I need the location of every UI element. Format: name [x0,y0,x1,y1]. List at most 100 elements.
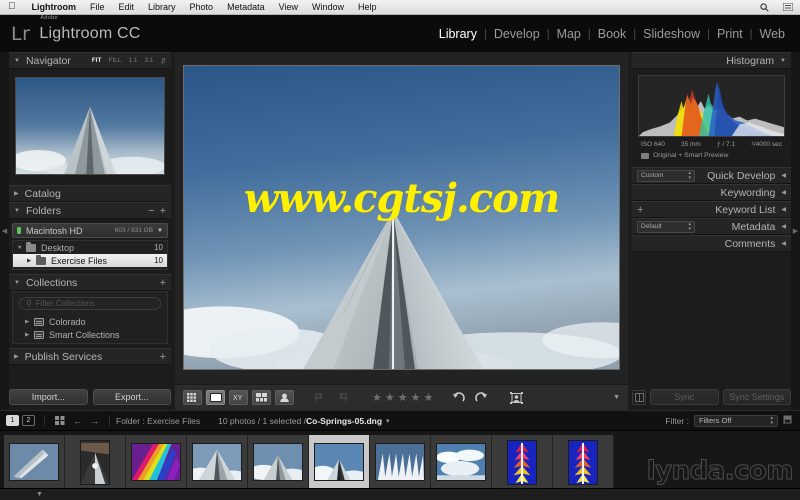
apple-icon[interactable]:  [0,2,25,12]
crop-overlay-icon[interactable] [507,390,526,405]
module-book[interactable]: Book [591,27,634,41]
menu-item-library[interactable]: Library [141,2,183,12]
folder-row-exercise-files[interactable]: ▶ Exercise Files 10 [13,254,167,267]
remove-folder-button[interactable]: − [148,205,159,217]
compare-view-icon[interactable]: XY [229,390,248,405]
filmstrip-thumb[interactable] [126,435,187,489]
zoom-option-fit[interactable]: FIT [92,57,102,64]
survey-view-icon[interactable] [252,390,271,405]
menu-item-metadata[interactable]: Metadata [220,2,272,12]
forward-arrow-icon[interactable]: → [90,416,99,426]
flag-reject-icon[interactable] [333,390,352,405]
filmstrip-thumb[interactable] [492,435,553,489]
grid-icon[interactable] [55,416,65,425]
main-photo[interactable]: www.cgtsj.com [183,64,620,370]
module-library[interactable]: Library [432,27,484,41]
panel-header-quick-develop[interactable]: Custom ▴ ▾ Quick Develop ◀ [632,167,791,184]
filmstrip[interactable]: lynda.com ▼ [0,430,800,500]
chevron-down-icon[interactable]: ▼ [157,228,163,234]
module-slideshow[interactable]: Slideshow [636,27,707,41]
rotate-left-icon[interactable] [449,390,468,405]
collections-filter-box[interactable]: ⚲ Filter Collections [19,297,161,310]
filmstrip-thumb[interactable] [431,435,492,489]
screen-1-button[interactable]: 1 [6,415,19,426]
zoom-option-3-1[interactable]: 3:1 [145,57,154,64]
rating-stars[interactable]: ★ ★ ★ ★ ★ [372,391,433,404]
panel-header-histogram[interactable]: Histogram ▼ [632,52,791,69]
panel-header-catalog[interactable]: ▶ Catalog [9,185,171,202]
sync-button[interactable]: Sync [650,389,719,405]
chevron-down-icon[interactable]: ▼ [17,245,26,251]
menu-item-help[interactable]: Help [351,2,384,12]
menu-item-window[interactable]: Window [305,2,351,12]
flag-pick-icon[interactable] [310,390,329,405]
add-folder-button[interactable]: + [160,205,166,217]
search-icon[interactable] [753,2,776,12]
identity-plate[interactable]: Adobe Lightroom CC [39,15,140,43]
panel-header-publish-services[interactable]: ▶ Publish Services + [9,348,171,365]
filmstrip-collapse-chevron-icon[interactable]: ▼ [36,491,43,498]
filmstrip-thumb[interactable] [248,435,309,489]
add-publish-service-button[interactable]: + [160,351,166,363]
toolbar-chevron-down-icon[interactable]: ▼ [613,394,620,401]
rotate-right-icon[interactable] [472,390,491,405]
loupe-view-icon[interactable] [206,390,225,405]
filter-dropdown[interactable]: Filters Off ▴ ▾ [694,414,778,427]
current-filename[interactable]: Co-Springs-05.dng [306,416,382,426]
histogram-graph[interactable] [638,75,785,137]
screen-2-button[interactable]: 2 [22,415,35,426]
menu-item-file[interactable]: File [83,2,112,12]
left-panel-collapse-handle[interactable]: ◀ [0,52,9,410]
chevron-right-icon[interactable]: ▶ [27,258,36,264]
sync-mode-icon[interactable] [632,389,646,405]
filmstrip-thumb[interactable] [65,435,126,489]
collection-row-colorado[interactable]: ▶ Colorado [13,315,167,328]
module-map[interactable]: Map [550,27,588,41]
menu-item-view[interactable]: View [272,2,305,12]
star-4[interactable]: ★ [411,391,421,404]
panel-header-metadata[interactable]: Default ▴ ▾ Metadata ◀ [632,218,791,235]
panel-header-keywording[interactable]: Keywording ◀ [632,184,791,201]
filmstrip-thumb[interactable] [553,435,614,489]
zoom-option-fill[interactable]: FILL [108,57,121,64]
panel-header-folders[interactable]: ▼ Folders − + [9,202,171,219]
chevron-right-icon[interactable]: ▶ [25,332,34,338]
star-1[interactable]: ★ [372,391,382,404]
filmstrip-thumb-selected[interactable] [309,435,370,489]
chevron-down-icon[interactable]: ▾ [386,417,390,425]
export-button[interactable]: Export... [92,389,171,405]
module-web[interactable]: Web [753,27,792,41]
star-3[interactable]: ★ [398,391,408,404]
import-button[interactable]: Import... [9,389,88,405]
collection-row-smart-collections[interactable]: ▶ Smart Collections [13,328,167,341]
filmstrip-thumb[interactable] [4,435,65,489]
navigator-preview-image[interactable] [15,77,165,175]
metadata-preset-dropdown[interactable]: Default ▴ ▾ [637,220,695,233]
module-print[interactable]: Print [710,27,750,41]
star-2[interactable]: ★ [385,391,395,404]
people-view-icon[interactable] [275,390,294,405]
add-keyword-button[interactable]: + [637,204,643,216]
star-5[interactable]: ★ [424,391,434,404]
panel-header-comments[interactable]: Comments ◀ [632,235,791,252]
panel-header-navigator[interactable]: ▼ Navigator FIT FILL 1:1 3:1 ⇵ [9,52,171,69]
module-develop[interactable]: Develop [487,27,547,41]
volume-row-macintosh-hd[interactable]: Macintosh HD 603 / 931 GB ▼ [12,223,168,238]
zoom-option-1-1[interactable]: 1:1 [128,57,137,64]
right-panel-collapse-handle[interactable]: ▶ [791,52,800,410]
menu-item-lightroom[interactable]: Lightroom [25,2,84,12]
panel-header-keyword-list[interactable]: + Keyword List ◀ [632,201,791,218]
folder-row-desktop[interactable]: ▼ Desktop 10 [13,241,167,254]
stepper-icon[interactable]: ⇵ [161,57,166,65]
filmstrip-thumb[interactable] [187,435,248,489]
back-arrow-icon[interactable]: ← [73,416,82,426]
grid-view-icon[interactable] [183,390,202,405]
menu-item-photo[interactable]: Photo [183,2,221,12]
filmstrip-thumb[interactable] [370,435,431,489]
filter-badge-icon[interactable] [783,415,792,426]
list-icon[interactable] [776,3,800,11]
menu-item-edit[interactable]: Edit [112,2,142,12]
add-collection-button[interactable]: + [160,277,166,289]
panel-header-collections[interactable]: ▼ Collections + [9,274,171,291]
chevron-right-icon[interactable]: ▶ [25,319,34,325]
